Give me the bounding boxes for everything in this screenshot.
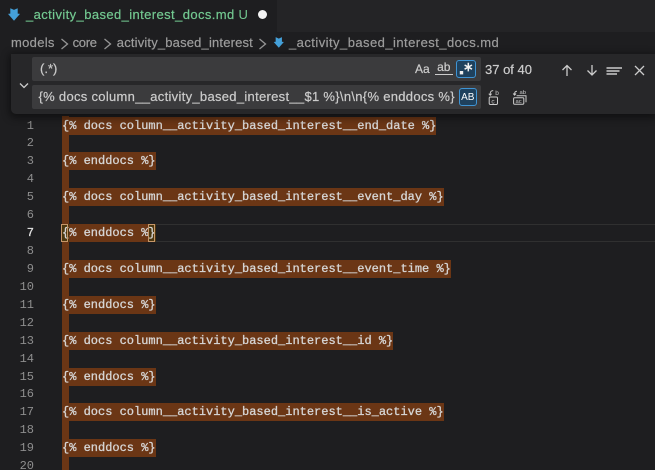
svg-text:ab: ab [519,90,525,96]
svg-text:b: b [495,90,499,97]
svg-text:ac: ac [515,99,521,105]
